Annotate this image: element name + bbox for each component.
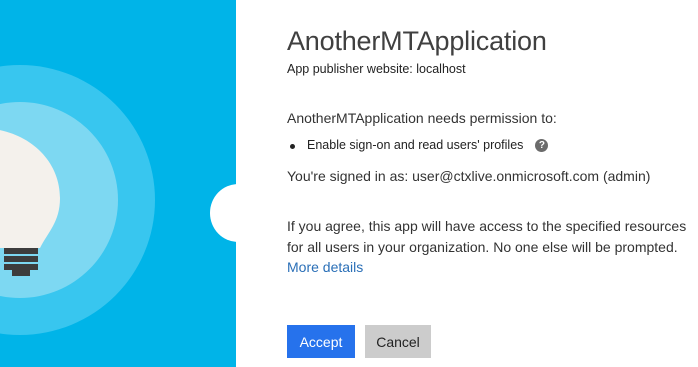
lightbulb-icon <box>0 65 155 335</box>
consent-agreement-text: If you agree, this app will have access … <box>287 218 687 255</box>
permission-label: Enable sign-on and read users' profiles <box>307 138 524 152</box>
permission-heading: AnotherMTApplication needs permission to… <box>287 110 557 126</box>
permission-item: Enable sign-on and read users' profiles … <box>287 138 549 152</box>
more-details-link[interactable]: More details <box>287 259 363 275</box>
consent-description: If you agree, this app will have access … <box>287 216 692 278</box>
consent-page: AnotherMTApplication App publisher websi… <box>0 0 698 367</box>
publisher-website: App publisher website: localhost <box>287 62 466 76</box>
help-icon[interactable]: ? <box>535 138 549 152</box>
app-title: AnotherMTApplication <box>287 26 547 56</box>
permission-list: Enable sign-on and read users' profiles … <box>287 138 549 152</box>
hero-illustration <box>0 0 236 367</box>
bullet-icon <box>290 144 295 149</box>
accept-button[interactable]: Accept <box>287 325 355 358</box>
cancel-button[interactable]: Cancel <box>365 325 431 358</box>
signed-in-status: You're signed in as: user@ctxlive.onmicr… <box>287 168 651 184</box>
